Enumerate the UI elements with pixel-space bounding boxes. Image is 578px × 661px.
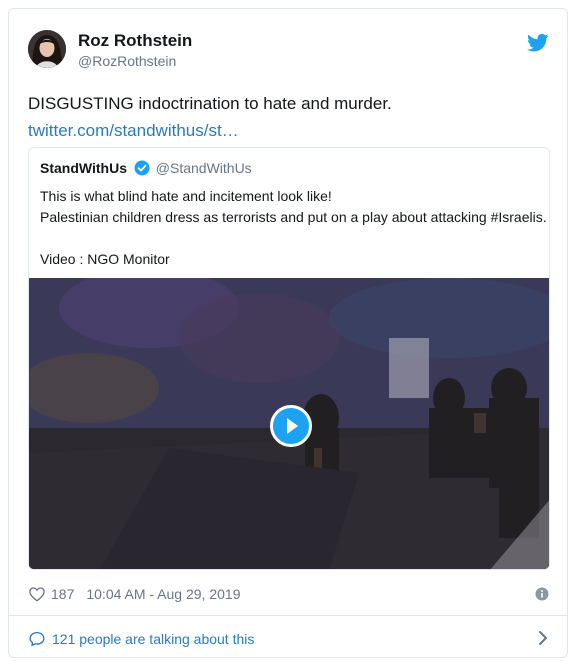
play-icon: [287, 418, 298, 434]
quoted-header: StandWithUs @StandWithUs: [40, 160, 252, 176]
tweet-link[interactable]: twitter.com/standwithus/st…: [28, 121, 239, 141]
quoted-author-name[interactable]: StandWithUs: [40, 160, 127, 176]
play-button[interactable]: [270, 405, 312, 447]
comment-bubble-icon: [29, 631, 45, 647]
chevron-right-icon[interactable]: [537, 629, 549, 647]
quoted-text-line-1: This is what blind hate and incitement l…: [40, 188, 332, 204]
divider: [9, 615, 567, 616]
quoted-text-line-3: Video : NGO Monitor: [40, 251, 170, 267]
quoted-tweet[interactable]: StandWithUs @StandWithUs This is what bl…: [28, 147, 550, 570]
tweet-card: Roz Rothstein @RozRothstein DISGUSTING i…: [8, 8, 568, 658]
verified-badge-icon: [134, 160, 150, 176]
video-thumbnail[interactable]: [29, 278, 549, 569]
conversation-link[interactable]: 121 people are talking about this: [28, 630, 254, 648]
tweet-text: DISGUSTING indoctrination to hate and mu…: [28, 94, 392, 113]
quoted-author-handle[interactable]: @StandWithUs: [156, 160, 252, 176]
author-handle[interactable]: @RozRothstein: [78, 53, 176, 69]
like-count[interactable]: 187: [51, 586, 74, 602]
author-name[interactable]: Roz Rothstein: [78, 31, 192, 51]
quoted-text-line-2: Palestinian children dress as terrorists…: [40, 209, 547, 225]
info-icon[interactable]: [535, 587, 549, 601]
twitter-bird-icon[interactable]: [527, 33, 549, 53]
timestamp[interactable]: 10:04 AM - Aug 29, 2019: [86, 586, 240, 602]
talking-count[interactable]: 121 people are talking about this: [52, 631, 254, 647]
avatar[interactable]: [28, 30, 66, 68]
heart-icon[interactable]: [28, 585, 46, 603]
tweet-meta: 187 10:04 AM - Aug 29, 2019: [28, 585, 240, 603]
